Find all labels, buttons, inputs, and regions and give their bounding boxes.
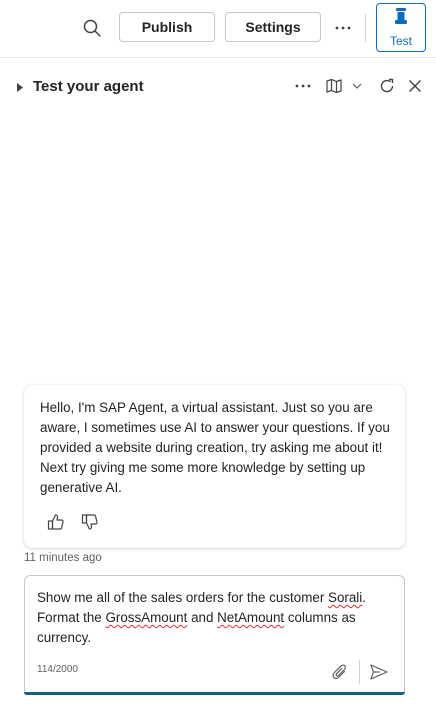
publish-button[interactable]: Publish	[119, 12, 215, 42]
more-options-icon[interactable]	[331, 16, 355, 40]
settings-button[interactable]: Settings	[225, 12, 321, 42]
top-toolbar: Publish Settings Test	[0, 0, 436, 58]
message-text-part3: and	[187, 610, 218, 625]
message-text-netamount: NetAmount	[217, 610, 285, 625]
panel-title: Test your agent	[33, 78, 144, 95]
message-text-grossamount: GrossAmount	[105, 610, 188, 625]
message-input[interactable]: Show me all of the sales orders for the …	[37, 588, 392, 648]
search-icon[interactable]	[80, 16, 104, 40]
close-icon[interactable]	[404, 75, 426, 97]
message-timestamp: 11 minutes ago	[24, 552, 102, 564]
thumbs-up-icon[interactable]	[44, 510, 68, 534]
bot-message-text: Hello, I'm SAP Agent, a virtual assistan…	[40, 400, 390, 495]
character-counter: 114/2000	[37, 664, 78, 675]
test-button[interactable]: Test	[376, 3, 426, 52]
test-panel-header: Test your agent	[0, 70, 436, 102]
chevron-down-icon[interactable]	[349, 76, 365, 96]
toolbar-divider	[365, 14, 366, 42]
flask-icon	[395, 7, 407, 31]
composer-focus-underline	[24, 692, 405, 695]
paperclip-icon[interactable]	[328, 660, 352, 684]
refresh-icon[interactable]	[376, 75, 398, 97]
message-composer[interactable]: Show me all of the sales orders for the …	[24, 575, 405, 695]
composer-divider	[359, 660, 360, 684]
message-text-sorali: Sorali	[328, 590, 363, 605]
thumbs-down-icon[interactable]	[78, 510, 102, 534]
map-icon[interactable]	[323, 76, 345, 96]
send-icon[interactable]	[367, 660, 391, 684]
bot-message-card: Hello, I'm SAP Agent, a virtual assistan…	[24, 385, 405, 548]
more-horizontal-icon[interactable]	[291, 76, 315, 96]
test-button-label: Test	[389, 33, 412, 48]
message-text-part1: Show me all of the sales orders for the …	[37, 590, 329, 605]
caret-right-icon[interactable]	[13, 80, 27, 94]
